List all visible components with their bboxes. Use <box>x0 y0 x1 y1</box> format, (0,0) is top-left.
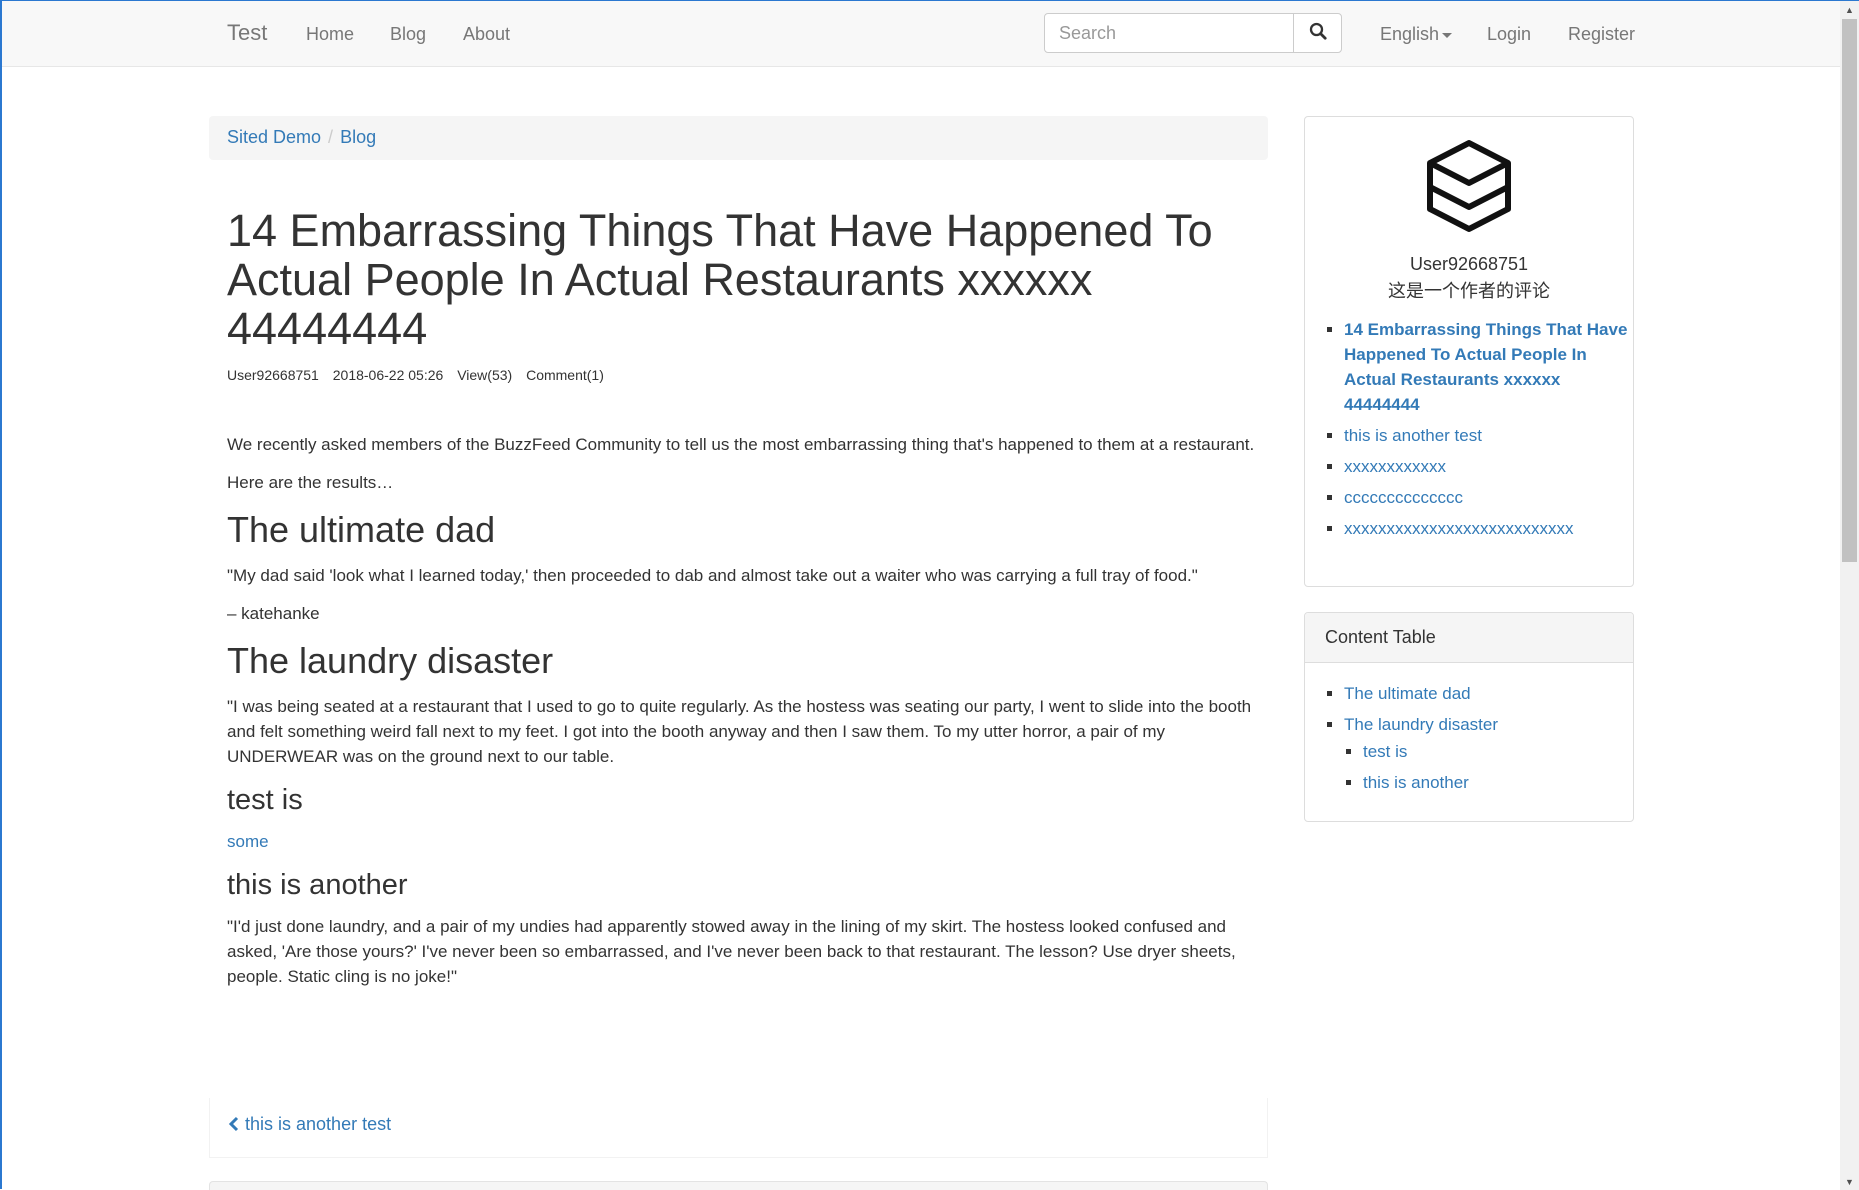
language-label: English <box>1380 24 1440 44</box>
breadcrumb-blog[interactable]: Blog <box>340 127 376 147</box>
article-title: 14 Embarrassing Things That Have Happene… <box>227 205 1213 354</box>
article-meta: User92668751 2018-06-22 05:26 View(53) C… <box>227 367 1257 383</box>
list-item: 14 Embarrassing Things That Have Happene… <box>1344 317 1633 417</box>
brand-link[interactable]: Test <box>227 20 267 46</box>
meta-date: 2018-06-22 05:26 <box>332 367 444 383</box>
search-icon <box>1309 22 1327 45</box>
intro-paragraph: We recently asked members of the BuzzFee… <box>227 435 1255 454</box>
search-input[interactable] <box>1044 13 1294 53</box>
article: 14 Embarrassing Things That Have Happene… <box>227 206 1257 1002</box>
toc-item: The ultimate dad <box>1344 681 1633 706</box>
search-button[interactable] <box>1293 13 1342 53</box>
post-navigation: this is another test <box>209 1098 1268 1158</box>
breadcrumb-home[interactable]: Sited Demo <box>227 127 321 147</box>
toc-panel: Content Table The ultimate dad The laund… <box>1304 612 1634 822</box>
article-body: We recently asked members of the BuzzFee… <box>227 432 1257 989</box>
author-panel: User92668751 这是一个作者的评论 14 Embarrassing T… <box>1304 116 1634 587</box>
toc-subitem: this is another <box>1363 770 1633 795</box>
breadcrumb-separator: / <box>328 127 334 147</box>
toc-link[interactable]: The ultimate dad <box>1344 684 1471 703</box>
stack-logo-icon <box>1424 140 1514 239</box>
section-paragraph: "I was being seated at a restaurant that… <box>227 697 1252 766</box>
scroll-down-arrow-icon[interactable]: ▼ <box>1840 1173 1859 1190</box>
section-attribution: – katehanke <box>227 604 320 623</box>
list-item: this is another test <box>1344 423 1633 448</box>
scrollbar-thumb[interactable] <box>1842 19 1857 562</box>
toc-subitem: test is <box>1363 739 1633 764</box>
author-avatar <box>1305 137 1633 240</box>
toc-link[interactable]: test is <box>1363 742 1407 761</box>
post-link[interactable]: xxxxxxxxxxxxxxxxxxxxxxxxxxx <box>1344 519 1574 538</box>
author-name: User92668751 <box>1409 254 1529 274</box>
post-list: 14 Embarrassing Things That Have Happene… <box>1305 317 1633 541</box>
previous-post-link[interactable]: this is another test <box>228 1114 391 1135</box>
login-link[interactable]: Login <box>1487 24 1531 45</box>
intro-paragraph-2: Here are the results… <box>227 473 394 492</box>
post-link[interactable]: this is another test <box>1344 426 1482 445</box>
section-heading: The ultimate dad <box>227 509 496 550</box>
section-paragraph: "My dad said 'look what I learned today,… <box>227 566 1198 585</box>
scroll-up-arrow-icon[interactable]: ▲ <box>1840 1 1859 18</box>
scrollbar[interactable]: ▲ ▼ <box>1840 1 1859 1190</box>
chevron-left-icon <box>228 1114 245 1134</box>
author-bio: 这是一个作者的评论 <box>1388 281 1550 301</box>
caret-down-icon <box>1442 32 1453 38</box>
list-item: xxxxxxxxxxxxxxxxxxxxxxxxxxx <box>1344 516 1633 541</box>
toc-heading: Content Table <box>1305 613 1633 663</box>
nav-home[interactable]: Home <box>306 24 354 45</box>
post-link[interactable]: cccccccccccccc <box>1344 488 1463 507</box>
toc-item: The laundry disaster test is this is ano… <box>1344 712 1633 795</box>
nav-blog[interactable]: Blog <box>390 24 426 45</box>
toc-list: The ultimate dad The laundry disaster te… <box>1305 681 1633 795</box>
list-item: cccccccccccccc <box>1344 485 1633 510</box>
meta-comments: Comment(1) <box>526 367 604 383</box>
toc-link[interactable]: this is another <box>1363 773 1469 792</box>
previous-post-label: this is another test <box>245 1114 392 1134</box>
navbar: Test Home Blog About English Login Regis… <box>2 1 1840 67</box>
list-item: xxxxxxxxxxxx <box>1344 454 1633 479</box>
section-paragraph: "I'd just done laundry, and a pair of my… <box>227 917 1236 986</box>
section-link[interactable]: some <box>227 832 269 851</box>
section-heading: this is another <box>227 869 408 901</box>
section-heading: test is <box>227 784 303 816</box>
breadcrumb: Sited Demo / Blog <box>209 116 1268 160</box>
language-dropdown[interactable]: English <box>1380 24 1453 45</box>
post-link[interactable]: 14 Embarrassing Things That Have Happene… <box>1344 320 1627 414</box>
toc-link[interactable]: The laundry disaster <box>1344 715 1498 734</box>
nav-about[interactable]: About <box>463 24 510 45</box>
meta-author: User92668751 <box>227 367 319 383</box>
toc-sublist: test is this is another <box>1344 739 1633 795</box>
register-link[interactable]: Register <box>1568 24 1635 45</box>
section-heading: The laundry disaster <box>227 640 554 681</box>
meta-views: View(53) <box>457 367 513 383</box>
post-link[interactable]: xxxxxxxxxxxx <box>1344 457 1446 476</box>
